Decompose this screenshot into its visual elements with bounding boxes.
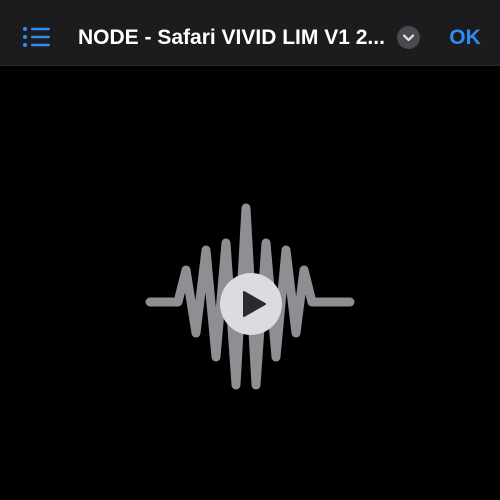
list-icon bbox=[23, 27, 50, 47]
top-bar: NODE - Safari VIVID LIM V1 2... OK bbox=[0, 0, 500, 66]
audio-preview-screen: NODE - Safari VIVID LIM V1 2... OK bbox=[0, 0, 500, 500]
title-menu-button[interactable] bbox=[397, 26, 420, 49]
play-icon bbox=[243, 291, 266, 317]
file-title: NODE - Safari VIVID LIM V1 2... bbox=[78, 26, 385, 49]
list-button[interactable] bbox=[18, 20, 58, 54]
play-button[interactable] bbox=[220, 273, 282, 335]
ok-button[interactable]: OK bbox=[443, 22, 487, 54]
chevron-down-icon bbox=[402, 34, 415, 42]
